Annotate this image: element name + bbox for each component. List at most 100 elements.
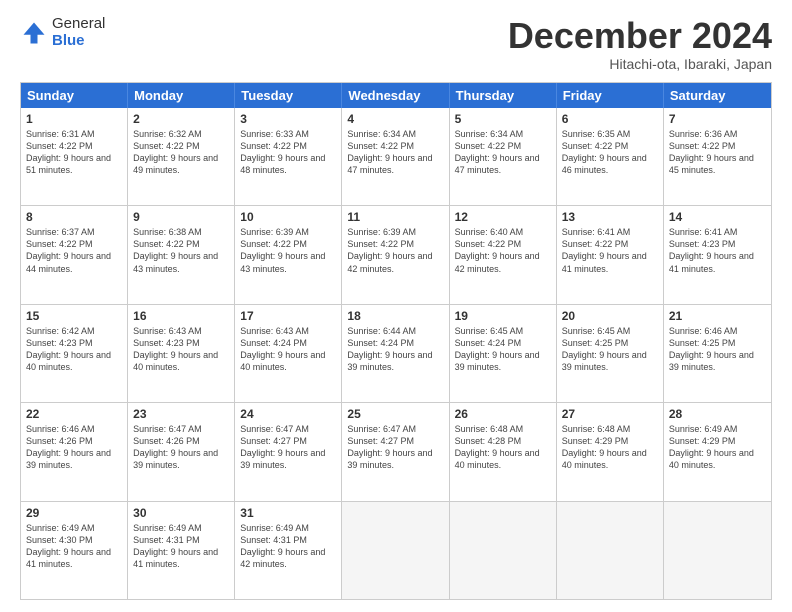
day-cell: 27 Sunrise: 6:48 AMSunset: 4:29 PMDayligh… — [557, 403, 664, 500]
day-cell: 25Sunrise: 6:47 AMSunset: 4:27 PMDayligh… — [342, 403, 449, 500]
day-number: 21 — [669, 309, 766, 323]
calendar-body: 1Sunrise: 6:31 AMSunset: 4:22 PMDaylight… — [21, 108, 771, 599]
day-info: Sunrise: 6:39 AMSunset: 4:22 PMDaylight:… — [347, 226, 443, 275]
day-cell: 3Sunrise: 6:33 AMSunset: 4:22 PMDaylight… — [235, 108, 342, 205]
day-cell: 13 Sunrise: 6:41 AMSunset: 4:22 PMDayligh… — [557, 206, 664, 303]
logo-icon — [20, 19, 48, 47]
day-info: Sunrise: 6:49 AMSunset: 4:31 PMDaylight:… — [133, 522, 229, 571]
logo-blue: Blue — [52, 33, 105, 50]
day-info: Sunrise: 6:40 AMSunset: 4:22 PMDaylight:… — [455, 226, 551, 275]
day-info: Sunrise: 6:41 AMSunset: 4:23 PMDaylight:… — [669, 226, 766, 275]
day-info: Sunrise: 6:46 AMSunset: 4:26 PMDaylight:… — [26, 423, 122, 472]
day-info: Sunrise: 6:41 AMSunset: 4:22 PMDaylight:… — [562, 226, 658, 275]
day-info: Sunrise: 6:49 AMSunset: 4:30 PMDaylight:… — [26, 522, 122, 571]
day-cell: 11 Sunrise: 6:39 AMSunset: 4:22 PMDayligh… — [342, 206, 449, 303]
day-cell: 9Sunrise: 6:38 AMSunset: 4:22 PMDaylight… — [128, 206, 235, 303]
calendar-header: SundayMondayTuesdayWednesdayThursdayFrid… — [21, 83, 771, 108]
day-number: 22 — [26, 407, 122, 421]
day-info: Sunrise: 6:47 AMSunset: 4:26 PMDaylight:… — [133, 423, 229, 472]
day-number: 4 — [347, 112, 443, 126]
weekday-header: Thursday — [450, 83, 557, 108]
day-info: Sunrise: 6:49 AMSunset: 4:31 PMDaylight:… — [240, 522, 336, 571]
day-cell: 23 Sunrise: 6:47 AMSunset: 4:26 PMDayligh… — [128, 403, 235, 500]
day-cell: 6Sunrise: 6:35 AMSunset: 4:22 PMDaylight… — [557, 108, 664, 205]
empty-cell — [450, 502, 557, 599]
day-info: Sunrise: 6:43 AMSunset: 4:23 PMDaylight:… — [133, 325, 229, 374]
day-info: Sunrise: 6:39 AMSunset: 4:22 PMDaylight:… — [240, 226, 336, 275]
day-info: Sunrise: 6:45 AMSunset: 4:24 PMDaylight:… — [455, 325, 551, 374]
day-cell: 21 Sunrise: 6:46 AMSunset: 4:25 PMDayligh… — [664, 305, 771, 402]
empty-cell — [342, 502, 449, 599]
logo-general: General — [52, 16, 105, 33]
day-info: Sunrise: 6:49 AMSunset: 4:29 PMDaylight:… — [669, 423, 766, 472]
location: Hitachi-ota, Ibaraki, Japan — [508, 56, 772, 72]
logo-text: General Blue — [52, 16, 105, 49]
day-info: Sunrise: 6:48 AMSunset: 4:29 PMDaylight:… — [562, 423, 658, 472]
header: General Blue December 2024 Hitachi-ota, … — [20, 16, 772, 72]
day-number: 7 — [669, 112, 766, 126]
empty-cell — [664, 502, 771, 599]
day-number: 2 — [133, 112, 229, 126]
day-cell: 29 Sunrise: 6:49 AMSunset: 4:30 PMDayligh… — [21, 502, 128, 599]
day-cell: 7Sunrise: 6:36 AMSunset: 4:22 PMDaylight… — [664, 108, 771, 205]
day-cell: 28Sunrise: 6:49 AMSunset: 4:29 PMDayligh… — [664, 403, 771, 500]
day-number: 24 — [240, 407, 336, 421]
day-number: 31 — [240, 506, 336, 520]
day-info: Sunrise: 6:42 AMSunset: 4:23 PMDaylight:… — [26, 325, 122, 374]
day-number: 10 — [240, 210, 336, 224]
day-number: 11 — [347, 210, 443, 224]
day-cell: 16Sunrise: 6:43 AMSunset: 4:23 PMDayligh… — [128, 305, 235, 402]
weekday-header: Sunday — [21, 83, 128, 108]
day-number: 5 — [455, 112, 551, 126]
day-cell: 14 Sunrise: 6:41 AMSunset: 4:23 PMDayligh… — [664, 206, 771, 303]
calendar-row: 29 Sunrise: 6:49 AMSunset: 4:30 PMDayligh… — [21, 501, 771, 599]
day-cell: 30 Sunrise: 6:49 AMSunset: 4:31 PMDayligh… — [128, 502, 235, 599]
day-number: 17 — [240, 309, 336, 323]
day-number: 15 — [26, 309, 122, 323]
day-number: 13 — [562, 210, 658, 224]
day-number: 3 — [240, 112, 336, 126]
day-number: 14 — [669, 210, 766, 224]
day-info: Sunrise: 6:48 AMSunset: 4:28 PMDaylight:… — [455, 423, 551, 472]
day-number: 18 — [347, 309, 443, 323]
month-title: December 2024 — [508, 16, 772, 56]
day-info: Sunrise: 6:32 AMSunset: 4:22 PMDaylight:… — [133, 128, 229, 177]
day-info: Sunrise: 6:45 AMSunset: 4:25 PMDaylight:… — [562, 325, 658, 374]
day-number: 26 — [455, 407, 551, 421]
page: General Blue December 2024 Hitachi-ota, … — [0, 0, 792, 612]
calendar: SundayMondayTuesdayWednesdayThursdayFrid… — [20, 82, 772, 600]
day-info: Sunrise: 6:31 AMSunset: 4:22 PMDaylight:… — [26, 128, 122, 177]
weekday-header: Saturday — [664, 83, 771, 108]
day-info: Sunrise: 6:46 AMSunset: 4:25 PMDaylight:… — [669, 325, 766, 374]
weekday-header: Wednesday — [342, 83, 449, 108]
weekday-header: Friday — [557, 83, 664, 108]
day-cell: 17 Sunrise: 6:43 AMSunset: 4:24 PMDayligh… — [235, 305, 342, 402]
day-number: 8 — [26, 210, 122, 224]
day-cell: 4 Sunrise: 6:34 AMSunset: 4:22 PMDaylight… — [342, 108, 449, 205]
calendar-row: 22 Sunrise: 6:46 AMSunset: 4:26 PMDayligh… — [21, 402, 771, 500]
day-cell: 8 Sunrise: 6:37 AMSunset: 4:22 PMDaylight… — [21, 206, 128, 303]
day-number: 6 — [562, 112, 658, 126]
day-cell: 1Sunrise: 6:31 AMSunset: 4:22 PMDaylight… — [21, 108, 128, 205]
day-cell: 24Sunrise: 6:47 AMSunset: 4:27 PMDayligh… — [235, 403, 342, 500]
day-cell: 15 Sunrise: 6:42 AMSunset: 4:23 PMDayligh… — [21, 305, 128, 402]
day-number: 9 — [133, 210, 229, 224]
day-info: Sunrise: 6:43 AMSunset: 4:24 PMDaylight:… — [240, 325, 336, 374]
day-info: Sunrise: 6:34 AMSunset: 4:22 PMDaylight:… — [347, 128, 443, 177]
day-cell: 26 Sunrise: 6:48 AMSunset: 4:28 PMDayligh… — [450, 403, 557, 500]
day-cell: 10 Sunrise: 6:39 AMSunset: 4:22 PMDayligh… — [235, 206, 342, 303]
day-info: Sunrise: 6:44 AMSunset: 4:24 PMDaylight:… — [347, 325, 443, 374]
weekday-header: Tuesday — [235, 83, 342, 108]
day-number: 23 — [133, 407, 229, 421]
day-cell: 18 Sunrise: 6:44 AMSunset: 4:24 PMDayligh… — [342, 305, 449, 402]
day-number: 30 — [133, 506, 229, 520]
weekday-header: Monday — [128, 83, 235, 108]
title-block: December 2024 Hitachi-ota, Ibaraki, Japa… — [508, 16, 772, 72]
day-info: Sunrise: 6:34 AMSunset: 4:22 PMDaylight:… — [455, 128, 551, 177]
day-cell: 22 Sunrise: 6:46 AMSunset: 4:26 PMDayligh… — [21, 403, 128, 500]
day-cell: 19Sunrise: 6:45 AMSunset: 4:24 PMDayligh… — [450, 305, 557, 402]
day-number: 29 — [26, 506, 122, 520]
day-info: Sunrise: 6:37 AMSunset: 4:22 PMDaylight:… — [26, 226, 122, 275]
calendar-row: 15 Sunrise: 6:42 AMSunset: 4:23 PMDayligh… — [21, 304, 771, 402]
day-number: 27 — [562, 407, 658, 421]
